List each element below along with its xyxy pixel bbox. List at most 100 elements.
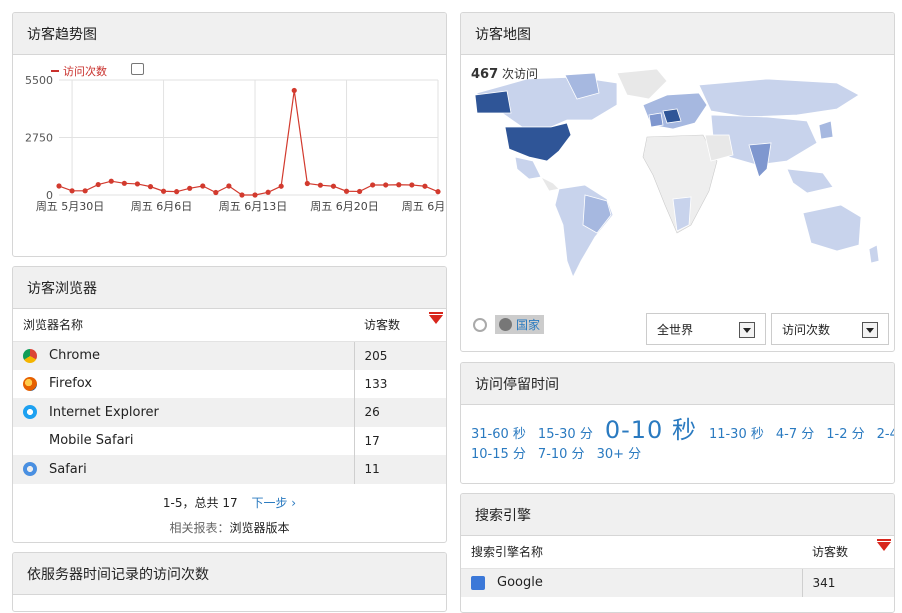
browser-table: 浏览器名称 访客数 Chrome 205 Firefox 133 Internet Ex… bbox=[13, 309, 446, 484]
region-dropdown-icon[interactable] bbox=[739, 322, 755, 338]
related-reports: 相关报表：浏览器版本 bbox=[13, 519, 446, 536]
series-line bbox=[58, 90, 439, 196]
duration-tag[interactable]: 1-2 分 bbox=[826, 423, 864, 442]
sort-desc-icon[interactable] bbox=[429, 312, 443, 324]
browser-name[interactable]: Mobile Safari bbox=[49, 433, 134, 448]
browser-title: 访客浏览器 bbox=[13, 267, 446, 309]
browser-name-cell: Mobile Safari bbox=[13, 427, 354, 456]
data-point bbox=[304, 180, 310, 187]
data-point bbox=[291, 87, 297, 94]
data-point bbox=[252, 192, 258, 198]
data-point bbox=[383, 182, 389, 188]
col-engine-visitors-label: 访客数 bbox=[812, 545, 849, 560]
browser-row[interactable]: Firefox 133 bbox=[13, 369, 446, 398]
map-tools: 国家 bbox=[473, 315, 545, 334]
data-point bbox=[356, 188, 363, 195]
server-time-widget: 依服务器时间记录的访问次数 bbox=[12, 552, 447, 612]
x-tick-label: 周五 6月20日 bbox=[310, 200, 379, 213]
browser-name[interactable]: Internet Explorer bbox=[49, 405, 159, 420]
visit-duration-title: 访问停留时间 bbox=[461, 363, 894, 405]
browser-row[interactable]: Mobile Safari 17 bbox=[13, 426, 446, 456]
browser-row[interactable]: Internet Explorer 26 bbox=[13, 398, 446, 427]
col-visitors[interactable]: 访客数 bbox=[354, 309, 446, 342]
data-point bbox=[108, 178, 114, 184]
safari-icon bbox=[23, 462, 37, 477]
x-tick-label: 周五 5月30日 bbox=[36, 200, 105, 213]
data-point bbox=[396, 182, 402, 188]
duration-tag[interactable]: 11-30 秒 bbox=[709, 423, 764, 442]
data-point bbox=[121, 180, 127, 186]
blank-icon bbox=[23, 434, 37, 448]
data-point bbox=[226, 183, 232, 189]
duration-tag[interactable]: 7-10 分 bbox=[538, 443, 585, 462]
visit-duration-widget: 访问停留时间 31-60 秒 15-30 分 0-10 秒 11-30 秒 4-7 分 1… bbox=[460, 362, 895, 484]
duration-tag[interactable]: 31-60 秒 bbox=[471, 423, 526, 442]
y-tick-label: 5500 bbox=[25, 74, 53, 87]
map-widget: 访客地图 467 次访问 国家 全世界 访问次数 bbox=[460, 12, 895, 352]
data-point bbox=[69, 188, 75, 194]
search-engine-widget: 搜索引擎 搜索引擎名称 访客数 Google 341 bbox=[460, 493, 895, 613]
visits-number: 467 bbox=[471, 67, 499, 82]
country-button[interactable]: 国家 bbox=[495, 315, 545, 334]
data-point bbox=[435, 189, 441, 195]
data-point bbox=[187, 185, 193, 191]
data-point bbox=[330, 183, 337, 189]
browser-name-cell: Internet Explorer bbox=[13, 398, 354, 427]
browser-row[interactable]: Chrome 205 bbox=[13, 341, 446, 370]
related-prefix: 相关报表： bbox=[169, 520, 230, 535]
data-point bbox=[95, 181, 101, 188]
metric-dropdown-icon[interactable] bbox=[862, 322, 878, 338]
engine-row[interactable]: Google 341 bbox=[461, 568, 894, 597]
browser-value: 11 bbox=[353, 455, 446, 484]
browser-value: 133 bbox=[353, 369, 446, 398]
search-engine-title: 搜索引擎 bbox=[461, 494, 894, 536]
col-engine-visitors[interactable]: 访客数 bbox=[802, 536, 894, 569]
next-link[interactable]: 下一步 › bbox=[251, 496, 296, 510]
data-point bbox=[147, 184, 154, 190]
duration-tag[interactable]: 4-7 分 bbox=[776, 423, 814, 442]
data-point bbox=[409, 182, 415, 188]
data-point bbox=[174, 189, 180, 195]
world-map[interactable] bbox=[467, 65, 891, 287]
trend-widget: 访客趋势图 访问次数 5500 2750 0 周五 5月30日 周五 6月6日 周五 6月… bbox=[12, 12, 447, 257]
related-link-browser-version[interactable]: 浏览器版本 bbox=[230, 521, 290, 535]
chrome-icon bbox=[23, 348, 37, 363]
region-select-value: 全世界 bbox=[657, 322, 694, 337]
visits-suffix: 次访问 bbox=[501, 67, 538, 81]
engine-value: 341 bbox=[801, 568, 894, 597]
data-point bbox=[213, 189, 219, 196]
server-time-title: 依服务器时间记录的访问次数 bbox=[13, 553, 446, 595]
trend-chart: 550027500周五 5月30日 周五 6月6日 周五 6月13日 周五 6月20日… bbox=[25, 74, 446, 213]
browser-name[interactable]: Firefox bbox=[49, 376, 92, 391]
duration-tag[interactable]: 2-4 分 bbox=[877, 423, 894, 442]
duration-tag[interactable]: 30+ 分 bbox=[597, 443, 642, 462]
metric-select-value: 访问次数 bbox=[782, 322, 831, 337]
data-point bbox=[134, 181, 141, 187]
col-engine-name[interactable]: 搜索引擎名称 bbox=[461, 536, 802, 569]
duration-tag[interactable]: 10-15 分 bbox=[471, 443, 526, 462]
browser-row[interactable]: Safari 11 bbox=[13, 455, 446, 484]
zoom-out-icon[interactable] bbox=[473, 317, 487, 332]
firefox-icon bbox=[23, 376, 37, 391]
data-point bbox=[82, 188, 88, 194]
browser-value: 205 bbox=[353, 341, 446, 370]
browser-name[interactable]: Safari bbox=[49, 462, 87, 477]
col-browser-name[interactable]: 浏览器名称 bbox=[13, 309, 354, 342]
engine-name[interactable]: Google bbox=[497, 575, 543, 590]
data-point bbox=[317, 182, 323, 188]
sort-desc-icon[interactable] bbox=[877, 539, 891, 551]
data-point bbox=[370, 182, 376, 188]
search-engine-table: 搜索引擎名称 访客数 Google 341 bbox=[461, 536, 894, 597]
browser-name-cell: Safari bbox=[13, 455, 354, 484]
visits-count: 467 次访问 bbox=[471, 65, 538, 82]
duration-tag[interactable]: 0-10 秒 bbox=[605, 410, 697, 445]
data-point bbox=[239, 192, 245, 198]
col-visitors-label: 访客数 bbox=[364, 318, 401, 333]
data-point bbox=[343, 188, 350, 194]
region-select[interactable]: 全世界 bbox=[646, 313, 766, 345]
browser-name[interactable]: Chrome bbox=[49, 348, 100, 363]
data-point bbox=[422, 183, 428, 189]
duration-tag[interactable]: 15-30 分 bbox=[538, 423, 593, 442]
metric-select[interactable]: 访问次数 bbox=[771, 313, 889, 345]
duration-tag-cloud: 31-60 秒 15-30 分 0-10 秒 11-30 秒 4-7 分 1-2 分 2-4… bbox=[471, 407, 894, 462]
